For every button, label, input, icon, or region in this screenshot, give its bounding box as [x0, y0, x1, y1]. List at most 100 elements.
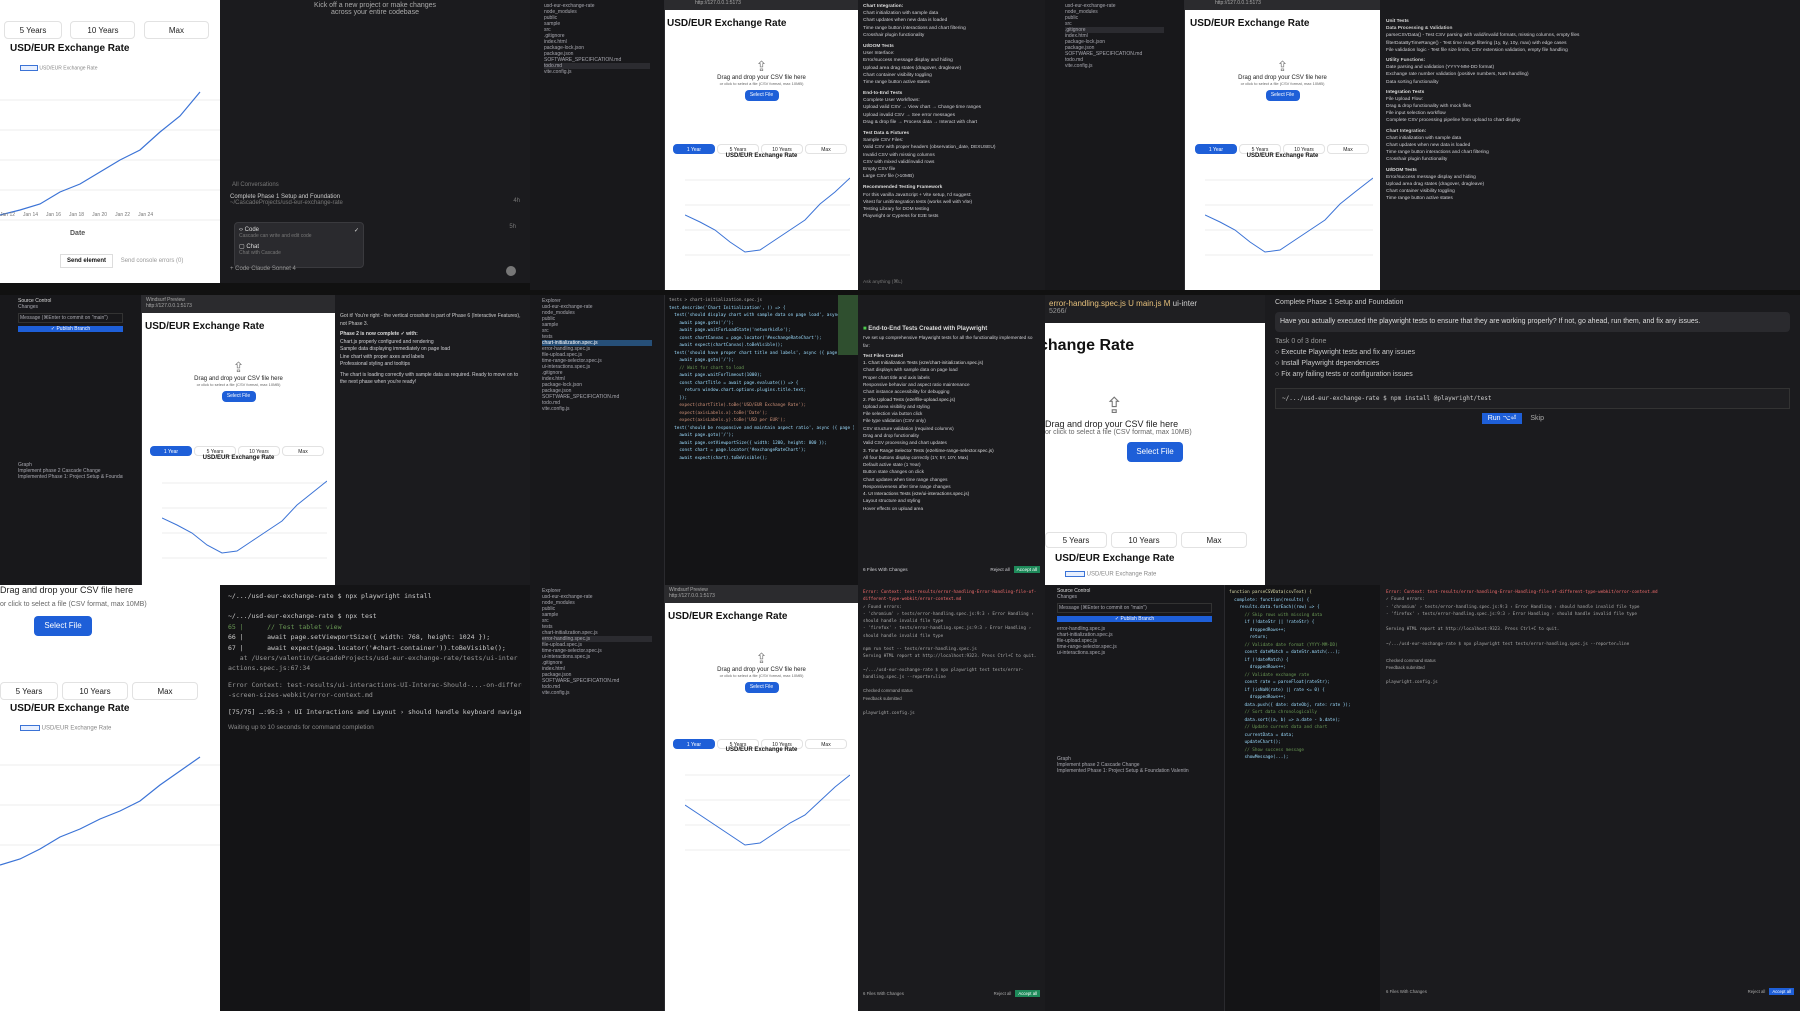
editor-tab[interactable]: error-handling.spec.js U: [1049, 299, 1134, 308]
graph-item[interactable]: Implemented Phase 1: Project Setup & Fou…: [1057, 768, 1212, 774]
upload-area[interactable]: ⇪ Drag and drop your CSV file here or cl…: [665, 58, 858, 101]
tab-max[interactable]: Max: [1181, 532, 1247, 548]
plan-item: Upload invalid CSV → See error messages: [863, 112, 955, 118]
changed-file[interactable]: ui-interactions.spec.js: [1057, 650, 1212, 656]
reject-all-button[interactable]: Reject all: [990, 566, 1009, 573]
editor-breadcrumb[interactable]: tests > chart-initialization.spec.js: [669, 297, 854, 305]
tab-10-years[interactable]: 10 Years: [70, 21, 136, 39]
tile-app-upload-2: http://127.0.0.1:5173 USD/EUR Exchange R…: [1185, 0, 1380, 290]
select-file-button[interactable]: Select File: [744, 90, 779, 101]
code-line: expect(axisLabels.y).toBe('USD per EUR')…: [669, 418, 786, 424]
tree-item[interactable]: vite.config.js: [1065, 63, 1164, 69]
skip-button[interactable]: Skip: [1524, 413, 1550, 424]
code-line: await page.setViewportSize({ width: 1200…: [669, 440, 827, 446]
code-line: if (isNaN(rate) || rate <= 0) {: [1229, 687, 1325, 693]
tile-code-editor-2: function parseCSVData(csvText) { complet…: [1225, 585, 1380, 1011]
cascade-input-bar[interactable]: + Code Claude Sonnet 4: [230, 266, 296, 272]
files-changed-label[interactable]: 6 Files With Changes: [1386, 989, 1427, 994]
tab-5-years[interactable]: 5 Years: [4, 21, 62, 39]
tab-10-years[interactable]: 10 Years: [1111, 532, 1177, 548]
plan-heading: End-to-End Tests: [863, 91, 903, 97]
editor-minimap[interactable]: [838, 295, 858, 355]
tab-10-years[interactable]: 10 Years: [62, 682, 128, 700]
tab-max[interactable]: Max: [143, 21, 209, 39]
tile-explorer-3: Explorer usd-eur-exchange-rate node_modu…: [530, 585, 665, 1011]
select-file-button[interactable]: Select File: [34, 616, 92, 636]
url-fragment[interactable]: 5266/: [1049, 308, 1261, 315]
url-bar[interactable]: http://127.0.0.1:5173: [1185, 0, 1380, 10]
plan-item: Sample CSV Files:: [863, 138, 904, 144]
run-button[interactable]: Run ⌥⏎: [1481, 412, 1523, 424]
code-line: // Update current data and chart: [1229, 725, 1328, 731]
accept-all-button[interactable]: Accept all: [1015, 989, 1040, 997]
chat-bullet: Line chart with proper axes and labels: [340, 353, 425, 360]
upload-area[interactable]: ⇪ Drag and drop your CSV file here or cl…: [1185, 58, 1380, 101]
reject-all-button[interactable]: Reject all: [1748, 988, 1766, 995]
tab-max[interactable]: Max: [132, 682, 198, 700]
send-console-errors-button[interactable]: Send console errors (0): [115, 255, 190, 267]
send-element-button[interactable]: Send element: [60, 254, 114, 268]
mode-option-chat[interactable]: ▢ Chat: [239, 243, 359, 250]
file-link[interactable]: playwright.config.js: [1386, 679, 1794, 686]
legend-swatch: [20, 65, 38, 71]
x-tick: Jan 24: [138, 212, 154, 218]
graph-item[interactable]: Implemented Phase 1: Project Setup & Fou…: [18, 474, 123, 480]
accept-all-button[interactable]: Accept all: [1769, 987, 1794, 995]
select-file-button[interactable]: Select File: [221, 391, 256, 402]
upload-area[interactable]: Drag and drop your CSV file here or clic…: [0, 585, 220, 636]
input-mode[interactable]: Code: [235, 266, 249, 272]
select-file-button[interactable]: Select File: [1265, 90, 1300, 101]
plan-heading: Recommended Testing Framework: [863, 185, 943, 191]
run-actions: Run ⌥⏎ Skip: [1275, 412, 1790, 424]
code-line: return;: [1229, 635, 1268, 641]
tree-item[interactable]: vite.config.js: [544, 69, 650, 75]
commit-message-input[interactable]: Message (⌘Enter to commit on "main"): [1057, 603, 1212, 613]
bottom-actions: Send element Send console errors (0): [60, 254, 190, 268]
mode-dropdown: ‹› Code ✓ Cascade can write and edit cod…: [234, 222, 364, 268]
e2e-item: Upload area visibility and styling: [863, 403, 930, 409]
editor-tab[interactable]: main.js M: [1136, 299, 1170, 308]
tile-source-control-2: Source Control Changes Message (⌘Enter t…: [1045, 585, 1225, 1011]
reject-all-button[interactable]: Reject all: [994, 990, 1012, 997]
editor-tab[interactable]: ui-inter: [1173, 299, 1197, 308]
upload-area[interactable]: ⇪ Drag and drop your CSV file here or cl…: [142, 359, 335, 402]
tree-item[interactable]: vite.config.js: [542, 690, 652, 696]
conversation-item[interactable]: Complete Phase 1 Setup and Foundation ~/…: [230, 194, 520, 206]
files-changed-label[interactable]: 6 Files With Changes: [863, 567, 908, 572]
url-bar[interactable]: http://127.0.0.1:5173: [146, 303, 192, 309]
check-icon: ✓: [353, 228, 359, 234]
accept-all-button[interactable]: Accept all: [1013, 565, 1040, 573]
line-chart: [1205, 177, 1373, 256]
data-line: [1205, 177, 1373, 253]
tab-5-years[interactable]: 5 Years: [0, 682, 58, 700]
e2e-item: Chart instance accessibility for debuggi…: [863, 389, 950, 395]
legend-swatch: [20, 725, 40, 731]
publish-branch-button[interactable]: ✓ Publish Branch: [18, 326, 123, 332]
publish-branch-button[interactable]: ✓ Publish Branch: [1057, 616, 1212, 622]
plan-header: Unit Tests: [1386, 19, 1409, 24]
e2e-section: Test Files Created: [863, 352, 904, 358]
cascade-input[interactable]: Ask anything (⌘L): [863, 279, 902, 286]
files-changed-label[interactable]: 6 Files With Changes: [863, 991, 904, 996]
commit-message-input[interactable]: Message (⌘Enter to commit on "main"): [18, 313, 123, 323]
code-line: expect(chartTitle).toBe('USD/EUR Exchang…: [669, 403, 807, 409]
tree-item[interactable]: vite.config.js: [542, 406, 652, 412]
url-bar[interactable]: http://127.0.0.1:5173: [669, 593, 715, 599]
tab-5-years[interactable]: 5 Years: [1045, 532, 1107, 548]
plan-item: Error/success message display and hiding: [1386, 174, 1476, 180]
select-file-button[interactable]: Select File: [744, 682, 779, 693]
chat-bullet: Sample data displaying immediately on pa…: [340, 346, 451, 352]
upload-area[interactable]: ⇪ Drag and drop your CSV file here or cl…: [1045, 393, 1265, 462]
plan-section: Test Data & Fixtures Sample CSV Files: Va…: [863, 130, 1040, 180]
select-file-button[interactable]: Select File: [1127, 442, 1183, 462]
plan-item: Vitest for unit/integration tests (works…: [863, 199, 973, 205]
e2e-item: Valid CSV processing and chart updates: [863, 440, 947, 446]
file-link[interactable]: playwright.config.js: [863, 710, 1040, 717]
input-model[interactable]: Claude Sonnet 4: [251, 266, 296, 272]
code-line: // Sort data chronologically: [1229, 710, 1317, 716]
send-icon[interactable]: [506, 266, 516, 276]
upload-area[interactable]: ⇪ Drag and drop your CSV file here or cl…: [665, 650, 858, 693]
url-bar[interactable]: http://127.0.0.1:5173: [665, 0, 858, 10]
line-chart: [162, 480, 327, 559]
plan-item: Large CSV file (>10MB): [863, 174, 914, 180]
